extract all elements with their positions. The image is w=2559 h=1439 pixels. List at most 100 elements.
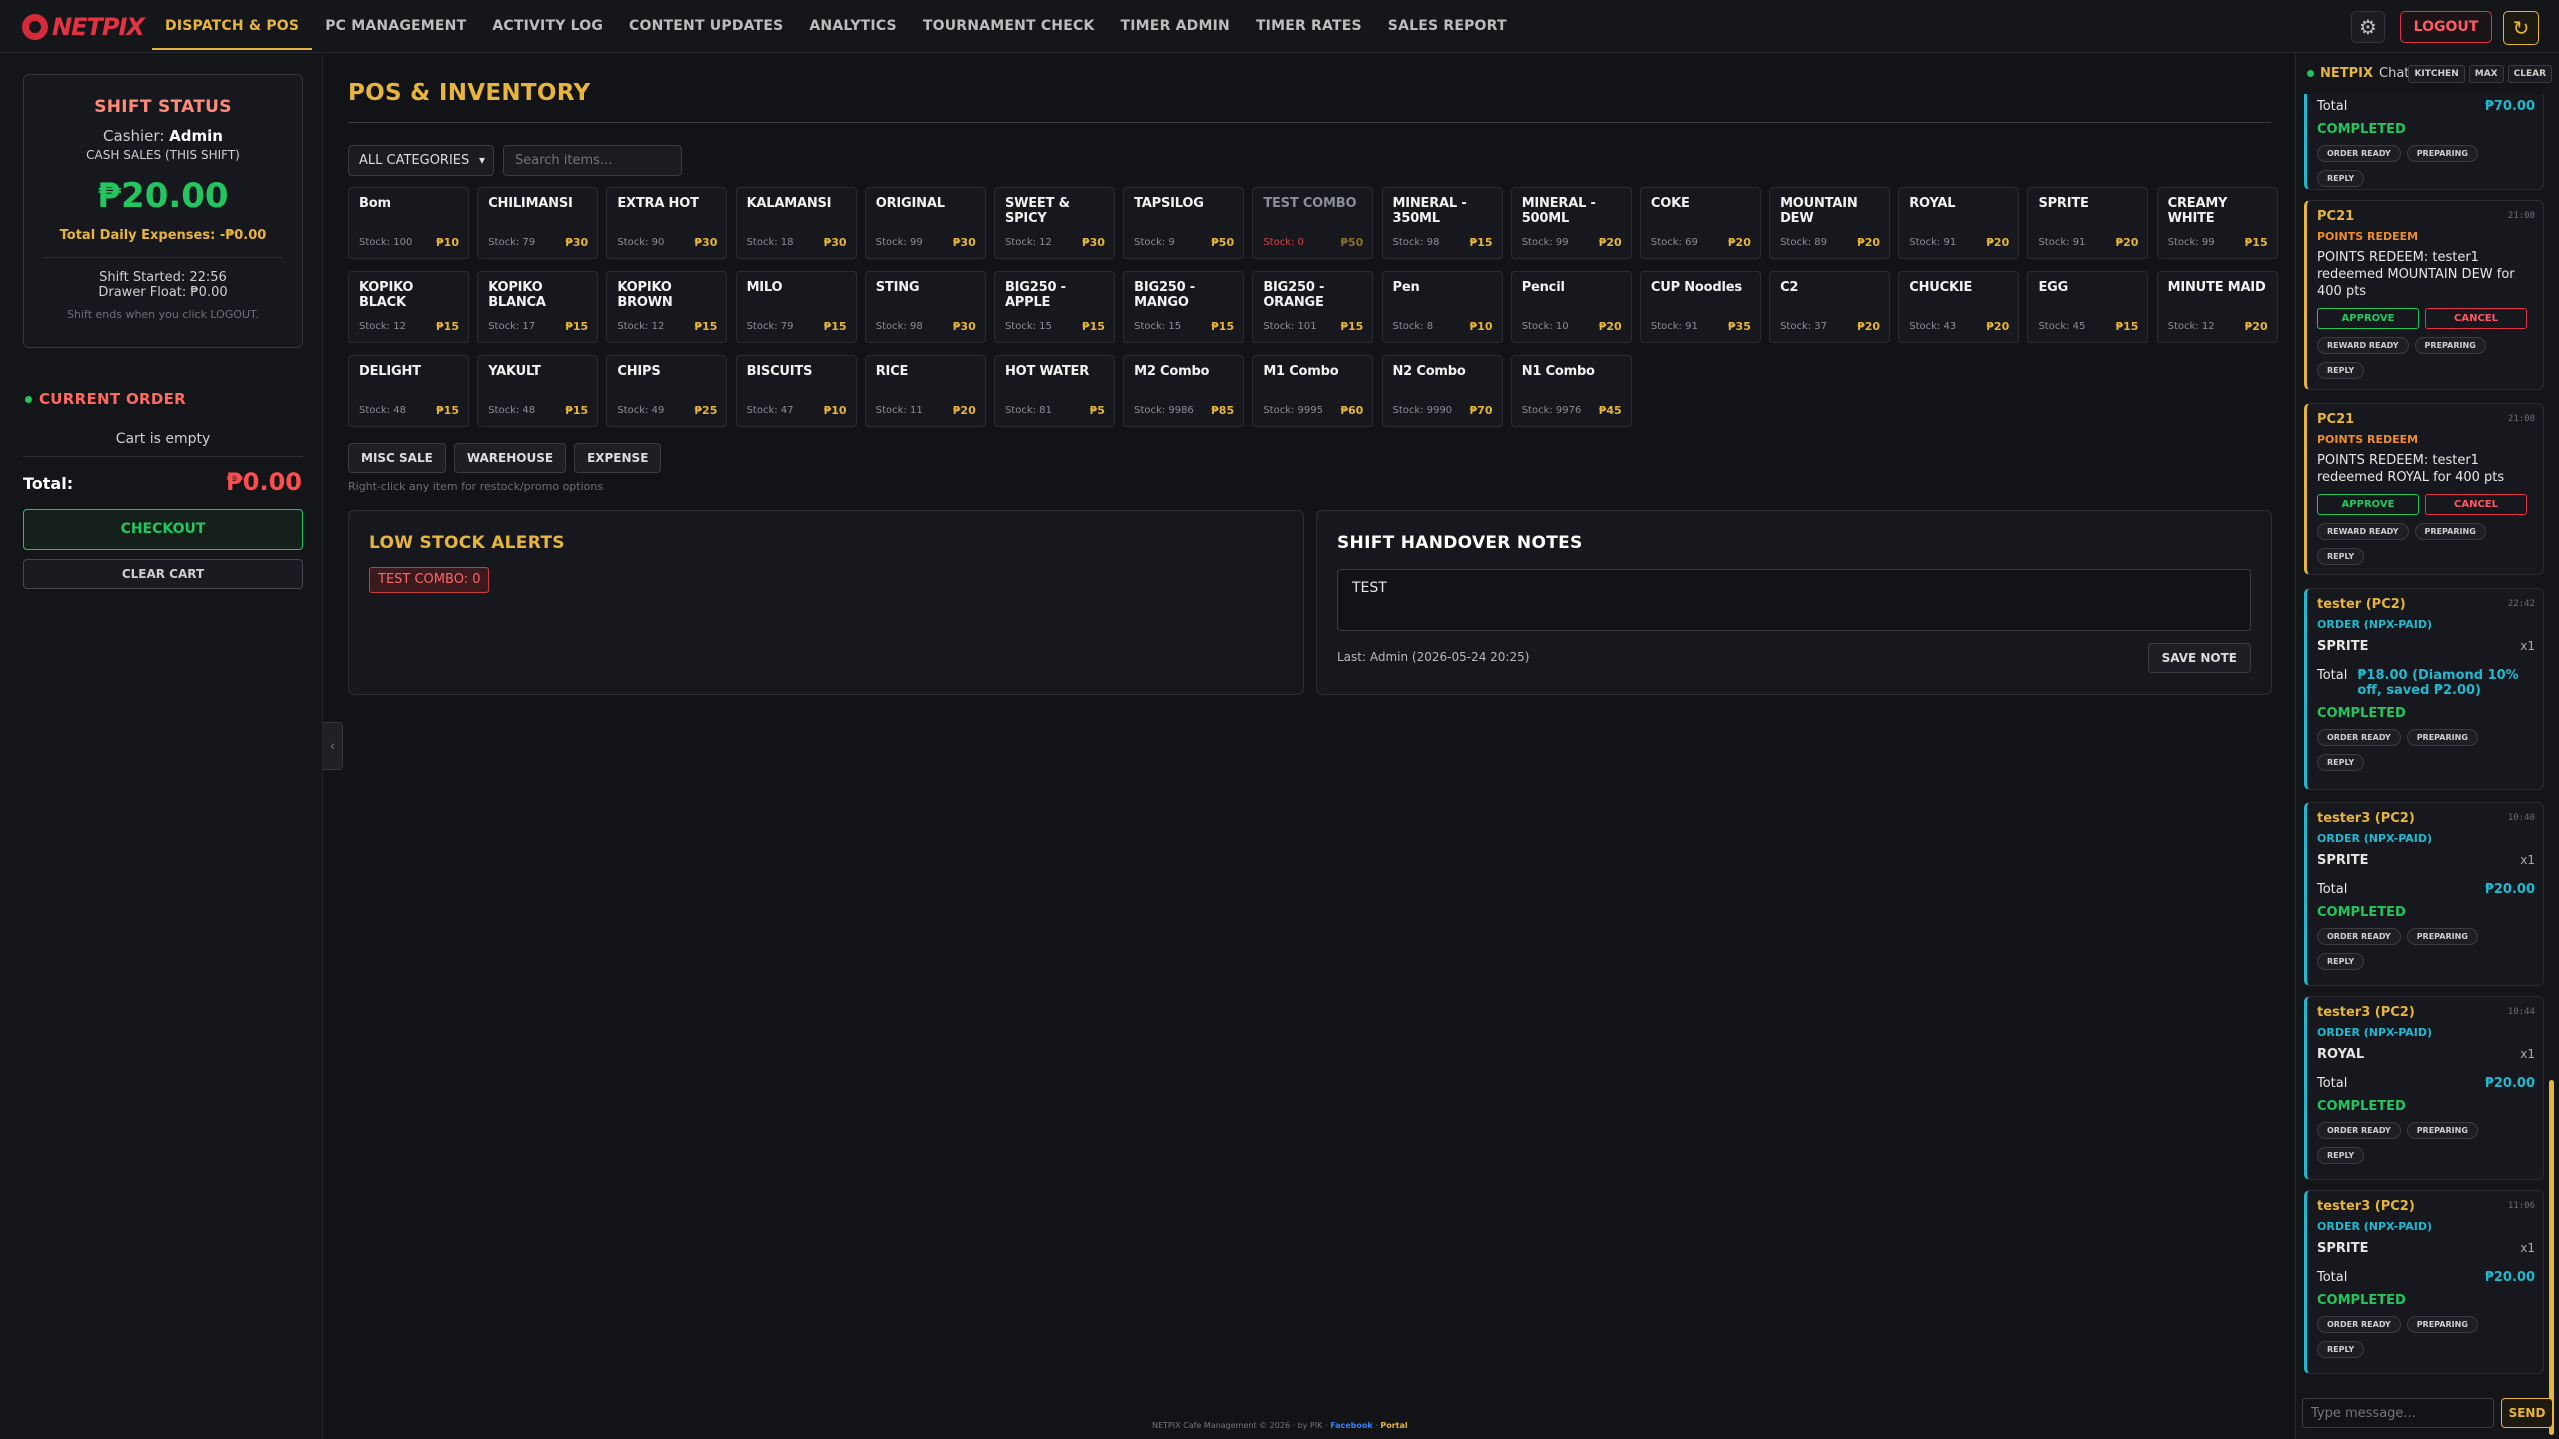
chat-messages[interactable]: Total ₱70.00 COMPLETED ORDER READY PREPA… xyxy=(2304,94,2548,1439)
item-card[interactable]: ROYAL Stock: 91 ₱20 xyxy=(1898,187,2020,259)
item-card[interactable]: SPRITE Stock: 91 ₱20 xyxy=(2027,187,2149,259)
item-card[interactable]: Pencil Stock: 10 ₱20 xyxy=(1510,271,1632,343)
item-card[interactable]: SWEET & SPICY Stock: 12 ₱30 xyxy=(993,187,1115,259)
warehouse-button[interactable]: WAREHOUSE xyxy=(453,443,567,473)
clear-cart-button[interactable]: CLEAR CART xyxy=(23,559,303,589)
item-card[interactable]: M2 Combo Stock: 9986 ₱85 xyxy=(1123,355,1245,427)
chat-message-input[interactable] xyxy=(2302,1398,2494,1428)
item-card[interactable]: RICE Stock: 11 ₱20 xyxy=(864,355,986,427)
item-card[interactable]: M1 Combo Stock: 9995 ₱60 xyxy=(1252,355,1374,427)
item-card[interactable]: MINERAL - 350ML Stock: 98 ₱15 xyxy=(1381,187,1503,259)
kitchen-button[interactable]: KITCHEN xyxy=(2408,65,2465,83)
preparing-button[interactable]: PREPARING xyxy=(2406,1316,2478,1333)
item-card[interactable]: MINUTE MAID Stock: 12 ₱20 xyxy=(2156,271,2278,343)
item-card[interactable]: YAKULT Stock: 48 ₱15 xyxy=(477,355,599,427)
logout-button[interactable]: LOGOUT xyxy=(2400,11,2492,43)
approve-button[interactable]: APPROVE xyxy=(2317,494,2419,515)
cancel-button[interactable]: CANCEL xyxy=(2425,308,2527,329)
item-card[interactable]: KOPIKO BLACK Stock: 12 ₱15 xyxy=(348,271,469,343)
preparing-button[interactable]: PREPARING xyxy=(2414,337,2486,354)
facebook-link[interactable]: Facebook xyxy=(1330,1421,1373,1430)
reply-button[interactable]: REPLY xyxy=(2317,1341,2365,1358)
reply-button[interactable]: REPLY xyxy=(2317,548,2365,565)
order-ready-button[interactable]: ORDER READY xyxy=(2317,729,2401,746)
preparing-button[interactable]: PREPARING xyxy=(2406,729,2478,746)
tab-activity-log[interactable]: ACTIVITY LOG xyxy=(479,0,616,50)
reply-button[interactable]: REPLY xyxy=(2317,362,2365,379)
item-card[interactable]: KOPIKO BLANCA Stock: 17 ₱15 xyxy=(477,271,599,343)
item-card[interactable]: Pen Stock: 8 ₱10 xyxy=(1381,271,1503,343)
max-button[interactable]: MAX xyxy=(2468,65,2504,83)
preparing-button[interactable]: PREPARING xyxy=(2414,523,2486,540)
reply-button[interactable]: REPLY xyxy=(2317,170,2365,187)
settings-button[interactable]: ⚙ xyxy=(2351,11,2385,43)
sidebar-collapse-toggle[interactable]: ‹ xyxy=(323,722,343,770)
message-total-label: Total xyxy=(2317,99,2348,114)
order-ready-button[interactable]: ORDER READY xyxy=(2317,1316,2401,1333)
item-card[interactable]: HOT WATER Stock: 81 ₱5 xyxy=(993,355,1115,427)
tab-tournament-check[interactable]: TOURNAMENT CHECK xyxy=(910,0,1108,50)
item-card[interactable]: CUP Noodles Stock: 91 ₱35 xyxy=(1639,271,1761,343)
item-card[interactable]: MILO Stock: 79 ₱15 xyxy=(735,271,857,343)
item-card[interactable]: BISCUITS Stock: 47 ₱10 xyxy=(735,355,857,427)
misc-sale-button[interactable]: MISC SALE xyxy=(348,443,446,473)
refresh-button[interactable]: ↻ xyxy=(2503,11,2539,45)
item-card[interactable]: KALAMANSI Stock: 18 ₱30 xyxy=(735,187,857,259)
reward-ready-button[interactable]: REWARD READY xyxy=(2317,523,2409,540)
save-note-button[interactable]: SAVE NOTE xyxy=(2147,643,2251,673)
item-card[interactable]: EXTRA HOT Stock: 90 ₱30 xyxy=(606,187,728,259)
item-card[interactable]: CHIPS Stock: 49 ₱25 xyxy=(606,355,728,427)
chat-scrollbar[interactable] xyxy=(2549,1080,2554,1435)
expense-button[interactable]: EXPENSE xyxy=(574,443,662,473)
item-card[interactable]: BIG250 - APPLE Stock: 15 ₱15 xyxy=(993,271,1115,343)
order-ready-button[interactable]: ORDER READY xyxy=(2317,1122,2401,1139)
portal-link[interactable]: Portal xyxy=(1380,1421,1407,1430)
item-card[interactable]: MOUNTAIN DEW Stock: 89 ₱20 xyxy=(1769,187,1891,259)
tab-timer-admin[interactable]: TIMER ADMIN xyxy=(1108,0,1243,50)
item-card[interactable]: EGG Stock: 45 ₱15 xyxy=(2027,271,2149,343)
item-card[interactable]: BIG250 - MANGO Stock: 15 ₱15 xyxy=(1123,271,1245,343)
netpix-logo[interactable]: NETPIX xyxy=(22,12,145,42)
cancel-button[interactable]: CANCEL xyxy=(2425,494,2527,515)
handover-notes-textarea[interactable]: TEST xyxy=(1337,569,2251,631)
item-card[interactable]: N2 Combo Stock: 9990 ₱70 xyxy=(1381,355,1503,427)
item-card[interactable]: CHUCKIE Stock: 43 ₱20 xyxy=(1898,271,2020,343)
tab-pc-management[interactable]: PC MANAGEMENT xyxy=(312,0,479,50)
preparing-button[interactable]: PREPARING xyxy=(2406,145,2478,162)
item-card[interactable]: N1 Combo Stock: 9976 ₱45 xyxy=(1510,355,1632,427)
send-button[interactable]: SEND xyxy=(2501,1398,2553,1428)
approve-button[interactable]: APPROVE xyxy=(2317,308,2419,329)
checkout-button[interactable]: CHECKOUT xyxy=(23,509,303,550)
preparing-button[interactable]: PREPARING xyxy=(2406,928,2478,945)
item-card[interactable]: STING Stock: 98 ₱30 xyxy=(864,271,986,343)
tab-analytics[interactable]: ANALYTICS xyxy=(796,0,909,50)
item-card[interactable]: DELIGHT Stock: 48 ₱15 xyxy=(348,355,469,427)
item-price: ₱15 xyxy=(436,404,459,417)
item-card[interactable]: ORIGINAL Stock: 99 ₱30 xyxy=(864,187,986,259)
item-card[interactable]: MINERAL - 500ML Stock: 99 ₱20 xyxy=(1510,187,1632,259)
reply-button[interactable]: REPLY xyxy=(2317,1147,2365,1164)
search-items-input[interactable] xyxy=(503,145,682,176)
order-ready-button[interactable]: ORDER READY xyxy=(2317,928,2401,945)
tab-timer-rates[interactable]: TIMER RATES xyxy=(1243,0,1375,50)
preparing-button[interactable]: PREPARING xyxy=(2406,1122,2478,1139)
item-card[interactable]: KOPIKO BROWN Stock: 12 ₱15 xyxy=(606,271,728,343)
reply-button[interactable]: REPLY xyxy=(2317,754,2365,771)
category-select[interactable]: ALL CATEGORIES ▾ xyxy=(348,145,494,176)
reward-ready-button[interactable]: REWARD READY xyxy=(2317,337,2409,354)
item-card[interactable]: Bom Stock: 100 ₱10 xyxy=(348,187,469,259)
order-ready-button[interactable]: ORDER READY xyxy=(2317,145,2401,162)
item-card[interactable]: C2 Stock: 37 ₱20 xyxy=(1769,271,1891,343)
item-card[interactable]: BIG250 - ORANGE Stock: 101 ₱15 xyxy=(1252,271,1374,343)
tab-content-updates[interactable]: CONTENT UPDATES xyxy=(616,0,796,50)
low-stock-alert[interactable]: TEST COMBO: 0 xyxy=(369,567,490,593)
tab-dispatch-pos[interactable]: DISPATCH & POS xyxy=(152,0,313,50)
item-card[interactable]: COKE Stock: 69 ₱20 xyxy=(1639,187,1761,259)
tab-sales-report[interactable]: SALES REPORT xyxy=(1375,0,1520,50)
item-card[interactable]: TAPSILOG Stock: 9 ₱50 xyxy=(1123,187,1245,259)
reply-button[interactable]: REPLY xyxy=(2317,953,2365,970)
item-card[interactable]: CHILIMANSI Stock: 79 ₱30 xyxy=(477,187,599,259)
clear-chat-button[interactable]: CLEAR xyxy=(2507,65,2552,83)
item-card[interactable]: CREAMY WHITE Stock: 99 ₱15 xyxy=(2156,187,2278,259)
item-card[interactable]: TEST COMBO Stock: 0 ₱50 xyxy=(1252,187,1374,259)
